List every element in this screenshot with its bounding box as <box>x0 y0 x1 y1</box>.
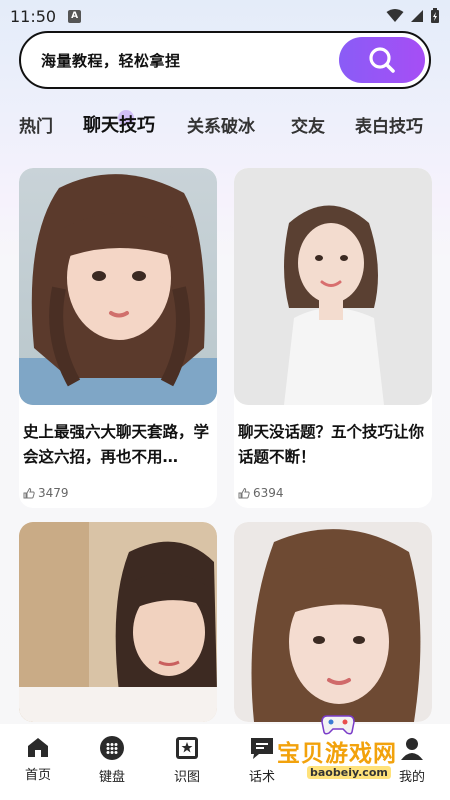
search-bar[interactable]: 海量教程，轻松拿捏 <box>19 31 431 89</box>
battery-icon <box>431 8 439 23</box>
search-input[interactable]: 海量教程，轻松拿捏 <box>41 50 181 71</box>
tab-chat-skills[interactable]: 聊天技巧 <box>83 111 155 137</box>
article-image <box>234 522 432 722</box>
status-time: 11:50 <box>10 6 57 26</box>
article-image <box>19 522 217 722</box>
tab-hot[interactable]: 热门 <box>19 112 53 137</box>
tab-dating[interactable]: 交友 <box>291 112 325 137</box>
article-card[interactable] <box>19 522 217 722</box>
article-image <box>19 168 217 405</box>
article-card[interactable]: 聊天没话题？五个技巧让你话题不断！ 6394 <box>234 168 432 508</box>
article-title: 聊天没话题？五个技巧让你话题不断！ <box>238 423 425 466</box>
nav-label: 首页 <box>24 768 51 783</box>
nav-keyboard[interactable]: 键盘 <box>82 736 142 785</box>
nav-image-recognize[interactable]: 识图 <box>157 736 217 785</box>
home-icon <box>28 738 48 757</box>
search-button[interactable] <box>339 37 425 83</box>
nav-home[interactable]: 首页 <box>8 736 68 783</box>
gamepad-icon <box>321 715 355 735</box>
status-bar: 11:50 A <box>0 0 450 32</box>
tab-ice-breaking[interactable]: 关系破冰 <box>187 112 255 137</box>
chat-script-icon <box>251 738 273 759</box>
search-icon <box>369 47 395 73</box>
article-image <box>234 168 432 405</box>
category-tabs: 热门 聊天技巧 关系破冰 交友 表白技巧 <box>0 104 450 144</box>
article-card[interactable]: 史上最强六大聊天套路，学会这六招，再也不用… 3479 <box>19 168 217 508</box>
watermark-text: 宝贝游戏网 <box>277 741 397 767</box>
tab-confession[interactable]: 表白技巧 <box>355 112 423 137</box>
notification-icon: A <box>68 9 82 23</box>
nav-label: 键盘 <box>98 770 125 785</box>
nav-label: 识图 <box>173 770 200 785</box>
like-count: 3479 <box>23 486 69 500</box>
thumbs-up-icon <box>23 487 35 499</box>
wifi-icon <box>386 9 404 22</box>
image-recognize-icon <box>176 737 198 759</box>
keyboard-icon <box>100 736 124 760</box>
watermark: 宝贝游戏网 baobeiy.com <box>275 712 435 798</box>
like-count-value: 6394 <box>253 486 284 500</box>
signal-icon <box>411 10 423 22</box>
article-title: 史上最强六大聊天套路，学会这六招，再也不用… <box>23 423 210 466</box>
article-card[interactable] <box>234 522 432 722</box>
like-count: 6394 <box>238 486 284 500</box>
watermark-url: baobeiy.com <box>307 766 391 779</box>
nav-label: 话术 <box>248 770 275 785</box>
thumbs-up-icon <box>238 487 250 499</box>
like-count-value: 3479 <box>38 486 69 500</box>
